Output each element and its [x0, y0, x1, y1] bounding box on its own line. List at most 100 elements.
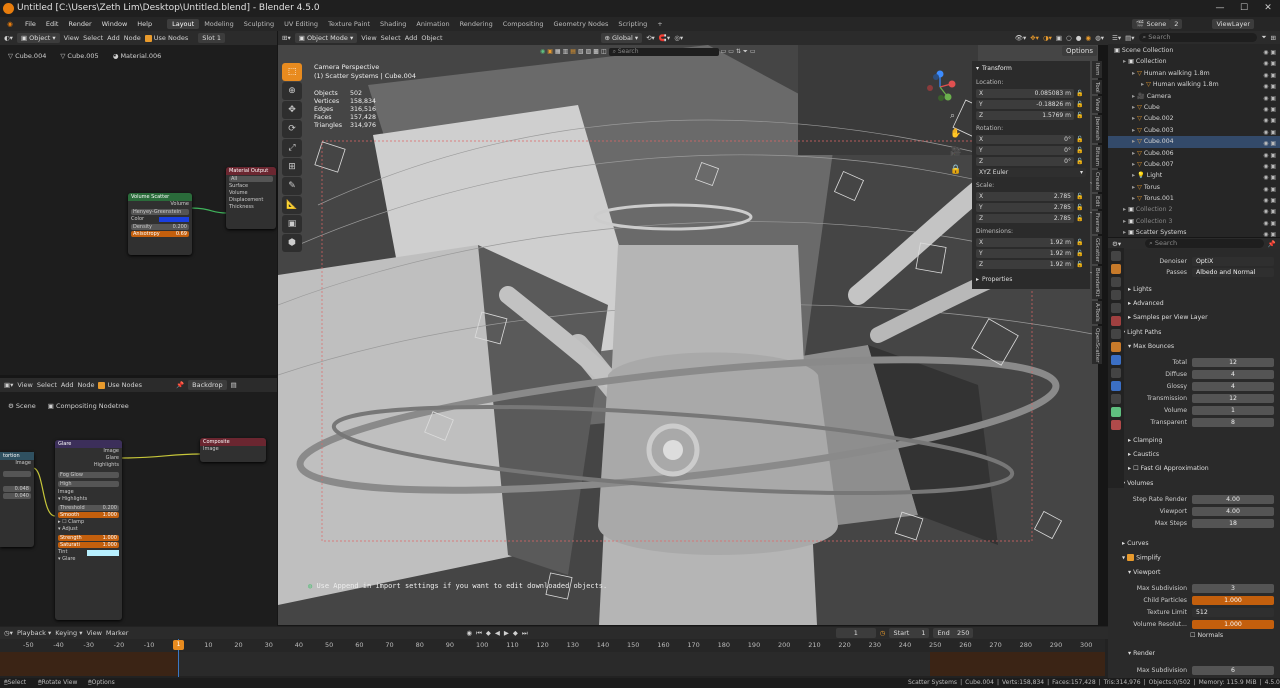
- play-icon[interactable]: ▶: [504, 629, 509, 637]
- visibility-eye-icon[interactable]: ◉ ▣: [1256, 206, 1276, 215]
- move-tool-icon[interactable]: ✥: [282, 101, 302, 119]
- pin-icon[interactable]: 📌: [1268, 240, 1276, 248]
- gizmo-toggle-icon[interactable]: ✥▾: [1030, 34, 1039, 42]
- shading-solid-icon[interactable]: ●: [1076, 34, 1082, 42]
- caustics-section[interactable]: ▸ Caustics: [1128, 451, 1159, 458]
- filter-icon[interactable]: ⏷: [743, 48, 748, 56]
- blender-menu-icon[interactable]: ◉: [0, 20, 20, 28]
- proportional-icon[interactable]: ◎▾: [674, 34, 683, 42]
- constraints-tab-icon[interactable]: [1111, 394, 1121, 404]
- distortion-field-2[interactable]: 0.040: [3, 493, 31, 499]
- next-key-icon[interactable]: ◆: [513, 629, 518, 637]
- compositor-editor[interactable]: ⚙ Scene ▣ Compositing Nodetree tortion I…: [0, 392, 277, 626]
- distortion-node[interactable]: tortion Image 0.048 0.040: [0, 452, 34, 547]
- comp-menu-add[interactable]: Add: [61, 381, 74, 389]
- outliner-row[interactable]: ▸ ▣ Collection ◉ ▣: [1108, 56, 1280, 67]
- volume-scatter-node[interactable]: Volume Scatter Volume Henyey-Greenstein …: [128, 193, 192, 255]
- menu-file[interactable]: File: [20, 20, 41, 28]
- scene-tab-icon[interactable]: [1111, 303, 1121, 313]
- timeline-menu-playback[interactable]: Playback ▾: [17, 629, 51, 637]
- addon-icon-12[interactable]: ⇅: [736, 48, 741, 55]
- scatter-tool-icon[interactable]: ⬢: [282, 234, 302, 252]
- vp-menu-add[interactable]: Add: [405, 34, 418, 42]
- scene-users-count[interactable]: 2: [1170, 19, 1183, 29]
- visibility-eye-icon[interactable]: ◉ ▣: [1256, 138, 1276, 147]
- tab-texture-paint[interactable]: Texture Paint: [323, 19, 375, 29]
- shading-render-icon[interactable]: ◍▾: [1095, 34, 1104, 42]
- tab-rendering[interactable]: Rendering: [455, 19, 498, 29]
- sidebar-tab-bitsam[interactable]: Bitsam: [1092, 144, 1102, 168]
- outliner-row[interactable]: ▸ 🎥 Camera ◉ ▣: [1108, 91, 1280, 102]
- menu-help[interactable]: Help: [132, 20, 157, 28]
- tab-modeling[interactable]: Modeling: [199, 19, 239, 29]
- overlays-icon[interactable]: ◑▾: [1043, 34, 1052, 42]
- advanced-section[interactable]: ▸ Advanced: [1128, 300, 1164, 307]
- play-reverse-icon[interactable]: ◀: [495, 629, 500, 637]
- editor-type-icon[interactable]: ▣▾: [4, 381, 13, 389]
- glare-quality-select[interactable]: High: [58, 481, 119, 487]
- visibility-eye-icon[interactable]: ◉ ▣: [1256, 70, 1276, 79]
- comp-use-nodes-toggle[interactable]: Use Nodes: [98, 381, 142, 389]
- lock-icon[interactable]: 🔓: [1074, 90, 1086, 97]
- timeline-menu-keying[interactable]: Keying ▾: [55, 629, 82, 637]
- jump-end-icon[interactable]: ⏭: [522, 629, 528, 638]
- properties-panel-header[interactable]: ▸ Properties: [972, 274, 1090, 284]
- visibility-eye-icon[interactable]: ◉ ▣: [1256, 93, 1276, 102]
- sidebar-tab-gscatter[interactable]: GScatter: [1092, 236, 1102, 265]
- pan-hand-icon[interactable]: ✋: [950, 129, 962, 141]
- measure-tool-icon[interactable]: 📐: [282, 196, 302, 214]
- menu-window[interactable]: Window: [97, 20, 133, 28]
- tab-animation[interactable]: Animation: [411, 19, 454, 29]
- fast-gi-section[interactable]: ▸ ☐ Fast GI Approximation: [1128, 465, 1209, 472]
- shader-menu-view[interactable]: View: [64, 34, 79, 42]
- outliner-row[interactable]: ▸ ▣ Collection 3 ◉ ▣: [1108, 216, 1280, 227]
- lock-icon[interactable]: 🔓: [1074, 239, 1086, 246]
- visibility-eye-icon[interactable]: ◉ ▣: [1256, 218, 1276, 227]
- render-tab-icon[interactable]: [1111, 264, 1121, 274]
- clamping-section[interactable]: ▸ Clamping: [1128, 437, 1162, 444]
- normals-toggle[interactable]: ☐ Normals: [1190, 632, 1223, 639]
- editor-type-icon[interactable]: ⚙▾: [1112, 240, 1121, 248]
- tab-sculpting[interactable]: Sculpting: [239, 19, 279, 29]
- jump-start-icon[interactable]: ⏮: [476, 629, 482, 638]
- timeline-ruler[interactable]: -50-40-30-20-100102030405060708090100110…: [0, 639, 1105, 652]
- child-particles-field[interactable]: 1.000: [1192, 596, 1274, 605]
- vol-field[interactable]: 4.00: [1192, 495, 1274, 504]
- visibility-eye-icon[interactable]: ◉ ▣: [1256, 115, 1276, 124]
- transform-header[interactable]: ▾ Transform: [972, 62, 1090, 74]
- render-max-subdiv-field[interactable]: 6: [1192, 666, 1274, 675]
- sidebar-tab-fiverse[interactable]: Fiverse: [1092, 210, 1102, 235]
- light-paths-section[interactable]: ▾ Light Paths: [1122, 329, 1161, 336]
- bounces-field[interactable]: 12: [1192, 394, 1274, 403]
- glare-panel[interactable]: ▾ Glare: [55, 556, 122, 563]
- addon-icon-13[interactable]: ▭: [750, 48, 756, 55]
- material-output-node[interactable]: Material Output All Surface Volume Displ…: [226, 167, 276, 229]
- sidebar-tab-view[interactable]: View: [1092, 96, 1102, 114]
- phase-select[interactable]: Henyey-Greenstein: [131, 209, 189, 215]
- tab-shading[interactable]: Shading: [375, 19, 411, 29]
- passes-select[interactable]: Albedo and Normal: [1192, 268, 1274, 277]
- timeline-menu-view[interactable]: View: [86, 629, 101, 637]
- output-tab-icon[interactable]: [1111, 277, 1121, 287]
- outliner-row[interactable]: ▸ ▣ Scatter Systems ◉ ▣: [1108, 227, 1280, 238]
- object-tab-icon[interactable]: [1111, 342, 1121, 352]
- visibility-eye-icon[interactable]: ◉ ▣: [1256, 184, 1276, 193]
- lock-icon[interactable]: 🔓: [1074, 147, 1086, 154]
- menu-render[interactable]: Render: [63, 20, 96, 28]
- vp-menu-select[interactable]: Select: [381, 34, 401, 42]
- tab-layout[interactable]: Layout: [167, 19, 200, 29]
- timeline-menu-marker[interactable]: Marker: [106, 629, 128, 637]
- target-select[interactable]: All: [229, 176, 273, 182]
- editor-type-icon[interactable]: ◐▾: [4, 34, 13, 42]
- maximize-button[interactable]: ☐: [1232, 0, 1256, 17]
- visibility-eye-icon[interactable]: ◉ ▣: [1256, 58, 1276, 67]
- sidebar-tab-edit[interactable]: Edit: [1092, 194, 1102, 209]
- tab-compositing[interactable]: Compositing: [498, 19, 549, 29]
- shader-menu-select[interactable]: Select: [83, 34, 103, 42]
- loc-y-field[interactable]: Y -0.18826 m: [976, 99, 1074, 109]
- outliner-row[interactable]: ▸ ▽ Cube.004 ◉ ▣: [1108, 136, 1280, 148]
- addon-icon-2[interactable]: ▣: [547, 48, 553, 55]
- view-layer-tab-icon[interactable]: [1111, 290, 1121, 300]
- outliner-row[interactable]: ▸ ▽ Cube.003 ◉ ▣: [1108, 125, 1280, 136]
- current-frame-field[interactable]: 1: [835, 628, 876, 638]
